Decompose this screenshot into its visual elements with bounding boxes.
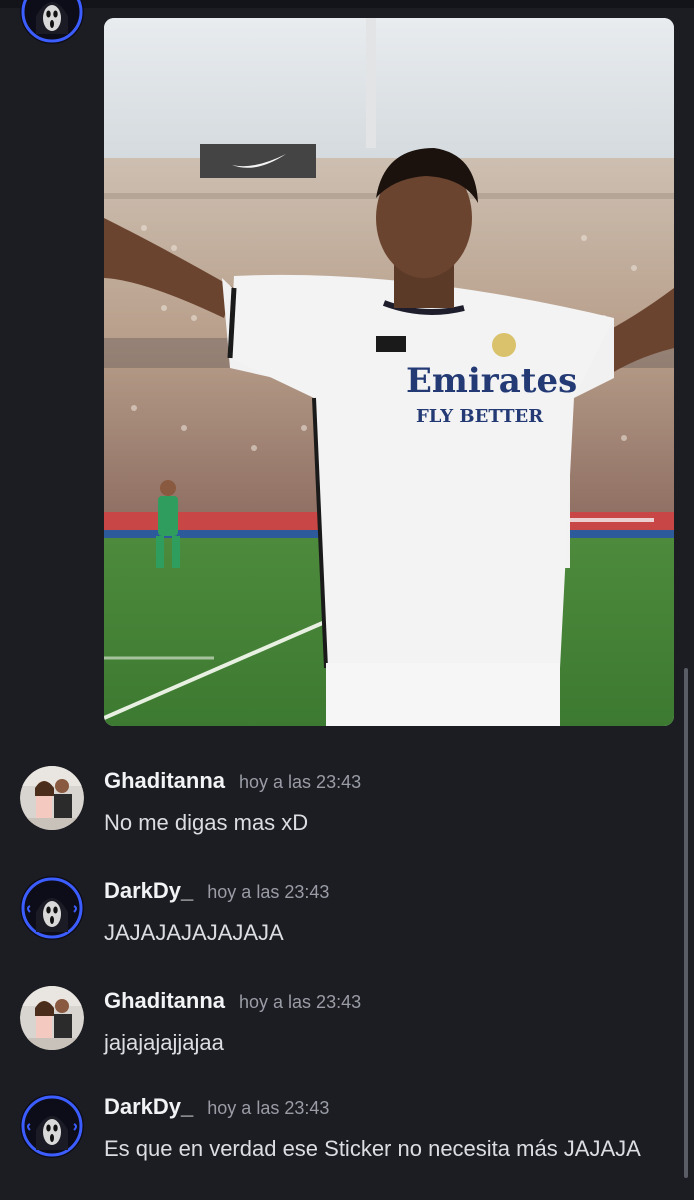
message-text: jajajajajjajaa <box>104 1030 224 1055</box>
avatar-darkdy[interactable] <box>20 876 84 940</box>
avatar-ghaditanna[interactable] <box>20 766 84 830</box>
avatar-ghostface-icon <box>20 876 84 940</box>
message-header: Ghaditanna hoy a las 23:43 <box>104 988 361 1014</box>
message-text: No me digas mas xD <box>104 810 309 835</box>
message-username[interactable]: DarkDy_ <box>104 1094 193 1119</box>
avatar-couple-icon <box>20 986 84 1050</box>
message-attachment-image[interactable]: Emirates FLY BETTER <box>104 18 674 726</box>
football-player-celebration-image: Emirates FLY BETTER <box>104 18 674 726</box>
chat-message-list[interactable]: Emirates FLY BETTER Ghaditanna hoy a las … <box>0 0 694 1200</box>
message-timestamp: hoy a las 23:43 <box>239 992 362 1012</box>
message-timestamp: hoy a las 23:43 <box>207 1098 330 1118</box>
avatar-ghaditanna[interactable] <box>20 986 84 1050</box>
message-header: DarkDy_ hoy a las 23:43 <box>104 878 329 904</box>
message-timestamp: hoy a las 23:43 <box>207 882 330 902</box>
shirt-sponsor-line1: Emirates <box>406 361 577 401</box>
message-username[interactable]: DarkDy_ <box>104 878 193 903</box>
message-text: Es que en verdad ese Sticker no necesita… <box>104 1136 641 1161</box>
message-username[interactable]: Ghaditanna <box>104 988 225 1013</box>
avatar-ghostface-icon <box>20 0 84 44</box>
chat-scrollbar[interactable] <box>684 668 688 1178</box>
avatar-ghostface-icon <box>20 1094 84 1158</box>
message-header: Ghaditanna hoy a las 23:43 <box>104 768 361 794</box>
avatar-couple-icon <box>20 766 84 830</box>
message-username[interactable]: Ghaditanna <box>104 768 225 793</box>
avatar-darkdy[interactable] <box>20 1094 84 1158</box>
avatar-darkdy-partial[interactable] <box>20 0 84 44</box>
message-timestamp: hoy a las 23:43 <box>239 772 362 792</box>
shirt-sponsor-line2: FLY BETTER <box>416 406 544 427</box>
message-text: JAJAJAJAJAJAJA <box>104 920 284 945</box>
message-header: DarkDy_ hoy a las 23:43 <box>104 1094 329 1120</box>
